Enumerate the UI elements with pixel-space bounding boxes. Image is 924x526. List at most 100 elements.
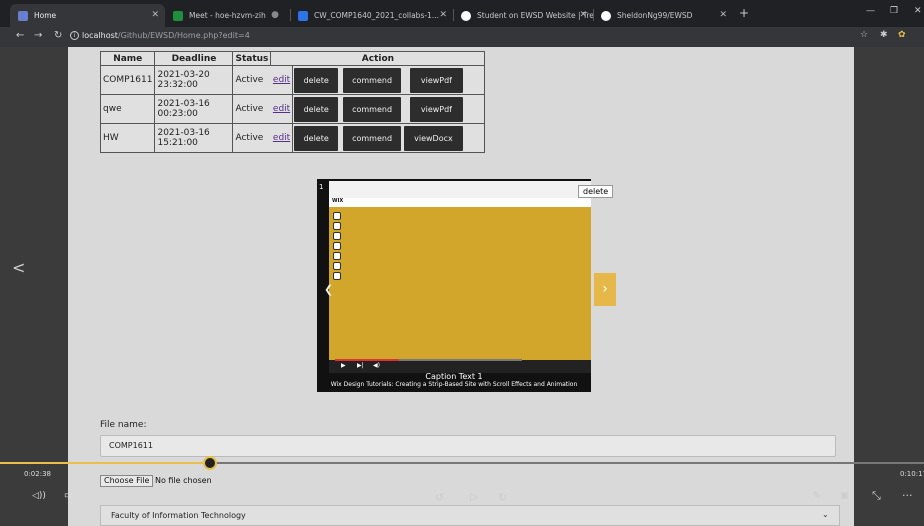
toolbar-icon <box>333 242 341 250</box>
edit-link[interactable]: edit <box>273 133 290 143</box>
docs-favicon-icon <box>298 10 308 21</box>
tab-title: SheldonNg99/EWSD <box>617 11 693 20</box>
toolbar-icon <box>333 222 341 230</box>
star-icon[interactable]: ☆ <box>860 30 868 40</box>
minimize-button[interactable]: — <box>866 6 875 16</box>
tab-bar: Home ✕ Meet - hoe-hzvm-zih ● CW_COMP1640… <box>0 0 924 27</box>
tab-collabs[interactable]: CW_COMP1640_2021_collabs-1... ✕ <box>290 4 453 27</box>
captions-icon[interactable]: ▭ <box>64 490 73 501</box>
tab-title: Home <box>34 11 57 20</box>
mini-player-icon[interactable]: ▣ <box>840 491 849 501</box>
slide-subtitle: Wix Design Tutorials: Creating a Strip-B… <box>330 381 578 388</box>
wix-logo: WIX <box>332 198 344 204</box>
seek-handle[interactable] <box>202 456 217 470</box>
edit-link[interactable]: edit <box>273 104 290 114</box>
no-file-chosen-text: No file chosen <box>155 476 212 485</box>
skip-icon: ▶| <box>357 362 364 369</box>
toolbar-icon <box>333 212 341 220</box>
play-icon[interactable]: ▷ <box>470 490 478 503</box>
tab-title: CW_COMP1640_2021_collabs-1... <box>314 11 439 20</box>
close-icon[interactable]: ✕ <box>439 10 447 20</box>
file-name-input[interactable]: COMP1611 <box>100 435 836 457</box>
delete-button[interactable]: delete <box>294 67 339 93</box>
commend-button[interactable]: commend <box>343 67 402 93</box>
faculty-select[interactable]: Faculty of Information Technology <box>100 505 840 526</box>
exit-fullscreen-icon[interactable]: ⤡ <box>872 489 881 503</box>
profile-extension-icon[interactable]: ✿ <box>898 30 906 40</box>
pen-icon[interactable]: ✎ <box>812 489 821 502</box>
commend-button[interactable]: commend <box>343 125 402 151</box>
delete-button[interactable]: delete <box>294 96 339 122</box>
github-favicon-icon <box>601 10 611 21</box>
previous-media-chevron-icon[interactable]: < <box>12 258 25 277</box>
left-dim-area <box>0 47 68 526</box>
url-field[interactable]: localhost/Github/EWSD/Home.php?edit=4 <box>82 31 250 40</box>
close-icon[interactable]: ✕ <box>579 10 587 20</box>
row-name: qwe <box>99 94 156 124</box>
back-arrow-icon[interactable]: ← <box>16 30 24 41</box>
slide-next-chevron-icon[interactable]: › <box>594 273 616 306</box>
slide-number: 1 <box>319 183 324 191</box>
tab-github[interactable]: SheldonNg99/EWSD ✕ <box>593 4 733 27</box>
url-host: localhost <box>82 31 118 40</box>
choose-file-button[interactable]: Choose File <box>100 475 154 487</box>
slide-video-progress-fill <box>335 359 399 361</box>
duration: 0:10:17 <box>900 470 924 478</box>
maximize-button[interactable]: ❐ <box>890 6 898 16</box>
col-header-status: Status <box>232 51 272 66</box>
view-pdf-button[interactable]: viewPdf <box>409 96 463 122</box>
reload-icon[interactable]: ↻ <box>54 30 62 41</box>
view-pdf-button[interactable]: viewPdf <box>409 67 463 93</box>
row-status: Active <box>232 65 271 95</box>
row-edit-cell: edit <box>270 65 294 95</box>
deadline-date: 2021-03-20 <box>157 70 210 80</box>
tab-trello[interactable]: Student on EWSD Website | Trell ✕ <box>453 4 593 27</box>
deadline-time: 23:32:00 <box>157 80 198 90</box>
more-options-icon[interactable]: ··· <box>902 489 913 502</box>
row-deadline: 2021-03-16 15:21:00 <box>154 123 234 153</box>
forward-30-icon[interactable]: ↻ <box>498 491 507 504</box>
tab-meet[interactable]: Meet - hoe-hzvm-zih ● <box>165 4 285 27</box>
slide-prev-chevron-icon[interactable]: ❮ <box>324 283 333 296</box>
delete-button[interactable]: delete <box>294 125 339 151</box>
row-actions: delete commend viewPdf <box>292 65 486 95</box>
row-name: COMP1611 <box>99 65 156 95</box>
forward-arrow-icon[interactable]: → <box>34 30 42 41</box>
assignments-table: Name Deadline Status Action COMP1611 202… <box>99 51 486 153</box>
edit-link[interactable]: edit <box>273 75 290 85</box>
address-bar: ← → ↻ i localhost/Github/EWSD/Home.php?e… <box>0 27 924 47</box>
row-deadline: 2021-03-20 23:32:00 <box>154 65 234 95</box>
row-edit-cell: edit <box>270 123 294 153</box>
volume-icon: ◀) <box>373 362 380 369</box>
row-edit-cell: edit <box>270 94 294 124</box>
deadline-time: 15:21:00 <box>157 138 198 148</box>
col-header-name: Name <box>99 51 156 66</box>
close-icon[interactable]: ✕ <box>151 10 159 20</box>
rewind-10-icon[interactable]: ↺ <box>435 491 444 504</box>
col-header-action: Action <box>270 51 486 66</box>
view-docx-button[interactable]: viewDocx <box>403 125 463 151</box>
slide-image-wix-header: WIX <box>329 198 591 207</box>
commend-button[interactable]: commend <box>343 96 402 122</box>
toolbar-icon <box>333 252 341 260</box>
slide-image <box>329 207 591 360</box>
close-window-button[interactable]: ✕ <box>914 6 922 16</box>
close-icon[interactable]: ✕ <box>719 10 727 20</box>
new-tab-button[interactable]: + <box>739 6 749 20</box>
extension-puzzle-icon[interactable]: ✱ <box>880 30 888 40</box>
slide-delete-button[interactable]: delete <box>578 185 614 198</box>
play-icon: ▶ <box>341 362 346 369</box>
table-row: COMP1611 2021-03-20 23:32:00 Active edit … <box>99 65 486 95</box>
info-icon[interactable]: i <box>70 31 79 40</box>
file-name-label: File name: <box>100 420 147 430</box>
toolbar-icon <box>333 272 341 280</box>
tab-title: Meet - hoe-hzvm-zih <box>189 11 266 20</box>
tab-home[interactable]: Home ✕ <box>10 4 165 27</box>
deadline-time: 00:23:00 <box>157 109 198 119</box>
slide-caption: Caption Text 1 <box>425 372 483 381</box>
trello-favicon-icon <box>461 10 471 21</box>
row-status: Active <box>232 94 271 124</box>
toolbar-icon <box>333 232 341 240</box>
volume-icon[interactable]: ◁)) <box>32 491 46 501</box>
seek-bar-fill <box>0 462 210 464</box>
